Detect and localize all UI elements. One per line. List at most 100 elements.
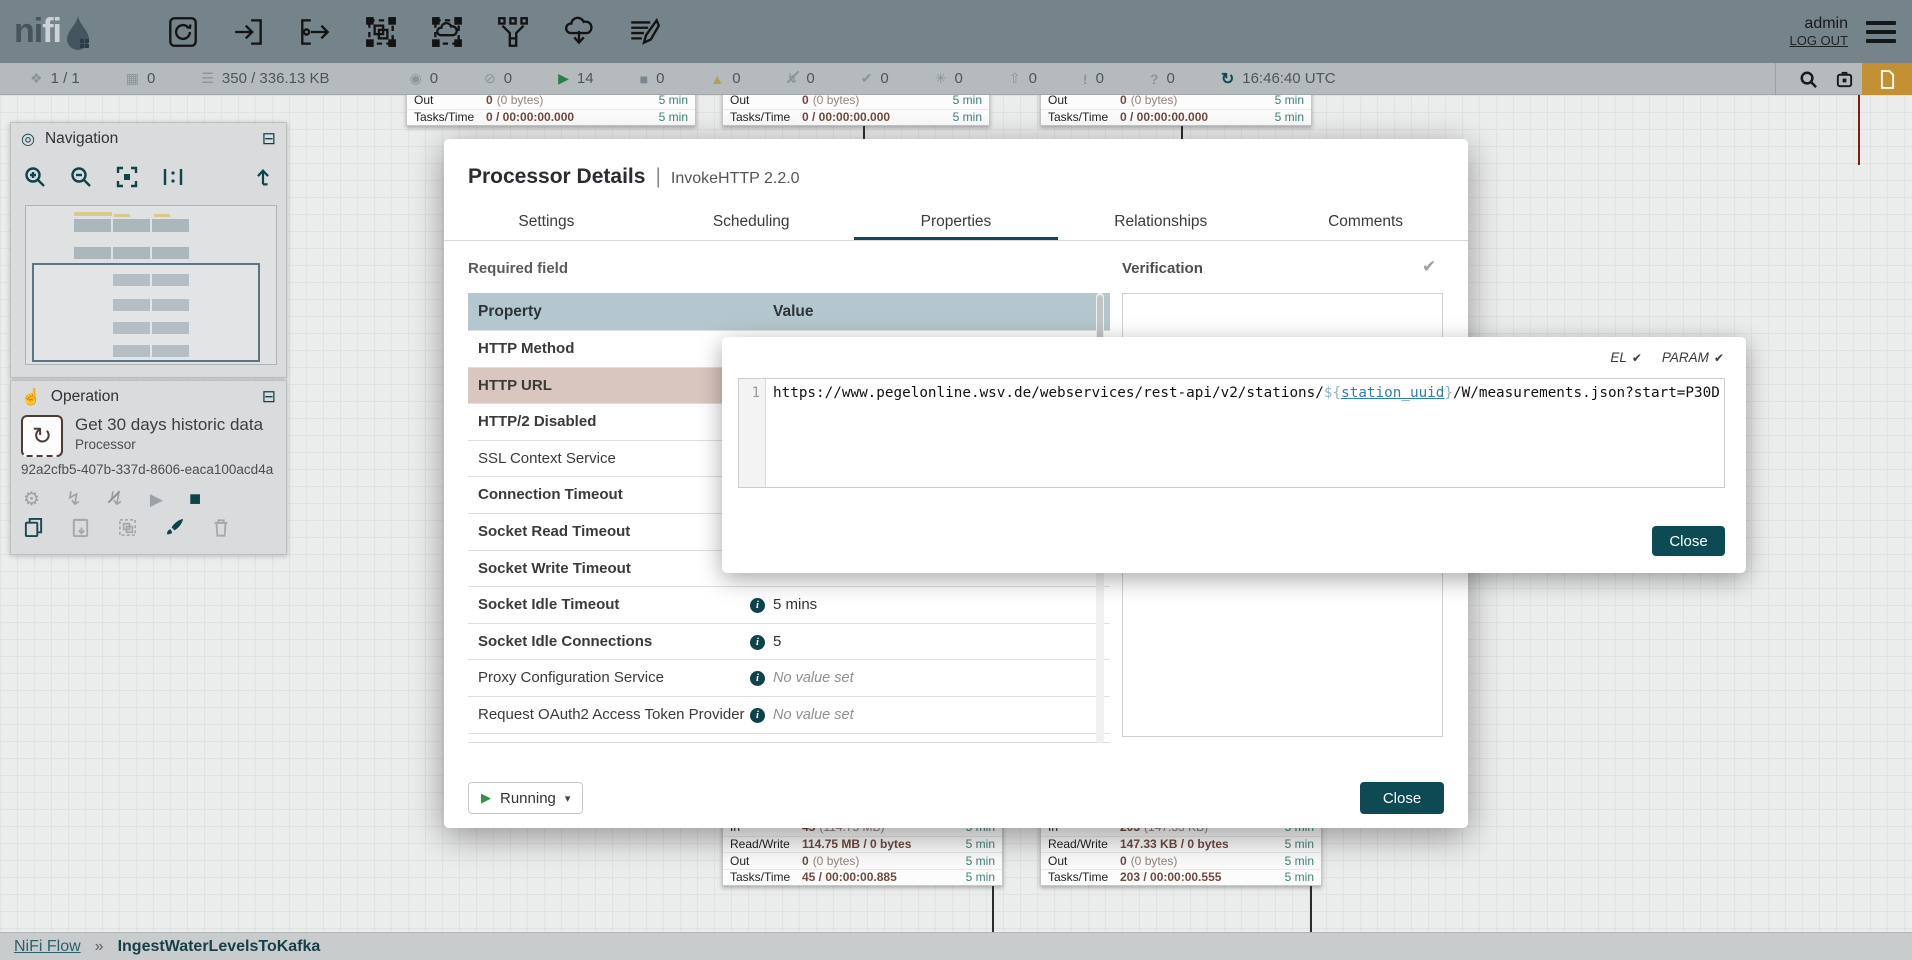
up-to-date-icon: ✔ [861, 70, 873, 87]
stat-row: Tasks/Time45 / 00:00:00.8855 min [723, 869, 1002, 886]
funnel-icon[interactable] [493, 12, 533, 52]
property-row-proxy-configuration[interactable]: Proxy Configuration ServiceiNo value set [468, 659, 1110, 696]
property-row-socket-idle-connections[interactable]: Socket Idle Connectionsi5 [468, 623, 1110, 660]
disabled-status: ↯0 [787, 70, 815, 87]
logout-link[interactable]: LOG OUT [1789, 33, 1848, 48]
stat-row: Tasks/Time0 / 00:00:00.0005 min [723, 109, 989, 126]
disabled-icon: ↯ [787, 70, 799, 87]
processor-type-version: InvokeHTTP 2.2.0 [671, 170, 800, 187]
required-field-label: Required field [468, 260, 568, 277]
sync-failure-status: ?0 [1150, 70, 1175, 87]
tab-relationships[interactable]: Relationships [1058, 205, 1263, 240]
search-button[interactable] [1790, 63, 1826, 95]
disable-icon[interactable]: ↯ [108, 490, 124, 509]
not-transmitting-icon: ⊘ [484, 70, 496, 87]
stop-icon[interactable]: ■ [189, 489, 201, 509]
zoom-out-icon[interactable] [69, 165, 93, 189]
editor-close-button[interactable]: Close [1652, 526, 1725, 556]
template-icon[interactable] [559, 12, 599, 52]
processor-icon[interactable] [163, 12, 203, 52]
breadcrumb-root-link[interactable]: NiFi Flow [14, 938, 81, 956]
global-menu-icon[interactable] [1866, 16, 1896, 48]
zoom-in-icon[interactable] [23, 165, 47, 189]
configure-icon[interactable]: ⚙ [23, 490, 40, 509]
processor-stats[interactable]: Out0(0 bytes)5 min Tasks/Time0 / 00:00:0… [722, 91, 990, 126]
connection-line[interactable] [1310, 886, 1312, 932]
refresh-time: 16:46:40 UTC [1242, 70, 1335, 87]
remote-process-group-icon[interactable] [427, 12, 467, 52]
birdseye-minimap[interactable] [25, 205, 277, 365]
tab-settings[interactable]: Settings [444, 205, 649, 240]
tab-comments[interactable]: Comments [1263, 205, 1468, 240]
info-icon[interactable]: i [750, 708, 765, 723]
enable-icon[interactable]: ↯ [66, 490, 82, 509]
locally-modified-stale-icon: ! [1083, 71, 1088, 87]
verification-label: Verification [1122, 260, 1203, 277]
snippet-palette-icon[interactable] [1826, 63, 1862, 95]
output-port-icon[interactable] [295, 12, 335, 52]
leave-group-icon[interactable] [252, 166, 274, 188]
operation-panel: ☝ Operation ⊟ ↻ Get 30 days historic dat… [10, 380, 287, 555]
not-transmitting-status: ⊘0 [484, 70, 512, 87]
locally-modified-stale-status: !0 [1083, 70, 1104, 87]
navigation-icon: ◎ [21, 129, 35, 149]
collapse-navigation-icon[interactable]: ⊟ [262, 129, 276, 149]
el-parameter-reference: station_uuid [1341, 385, 1444, 401]
start-icon[interactable]: ▶ [150, 491, 163, 508]
property-row-partial[interactable]: iNo value set [468, 733, 1110, 743]
property-row-oauth2-provider[interactable]: Request OAuth2 Access Token ProvideriNo … [468, 696, 1110, 733]
info-icon[interactable]: i [750, 671, 765, 686]
stat-row: Out0(0 bytes)5 min [723, 852, 1002, 869]
bulletin-button[interactable] [1862, 63, 1912, 95]
zoom-fit-icon[interactable] [115, 165, 139, 189]
dialog-close-button[interactable]: Close [1360, 782, 1444, 814]
transmitting-status: ◉0 [409, 70, 438, 87]
processor-stats[interactable]: Out0(0 bytes)5 min Tasks/Time0 / 00:00:0… [406, 91, 696, 126]
el-supported-badge: EL✔ [1610, 350, 1642, 365]
value-code-editor[interactable]: 1 https://www.pegelonline.wsv.de/webserv… [738, 378, 1725, 488]
connection-line[interactable] [1858, 95, 1860, 165]
http-url-value[interactable]: https://www.pegelonline.wsv.de/webservic… [766, 379, 1720, 487]
refresh-icon[interactable]: ↻ [1221, 69, 1234, 89]
title-separator: | [655, 165, 660, 188]
processor-stats[interactable]: In45(114.75 MB)5 min Read/Write114.75 MB… [722, 818, 1003, 886]
zoom-actual-icon[interactable] [161, 165, 185, 189]
stopped-status: ■0 [640, 70, 665, 87]
verification-check-icon[interactable]: ✔ [1422, 257, 1436, 277]
connection-line[interactable] [992, 886, 994, 932]
nifi-logo: nifi [14, 12, 93, 51]
stat-row: Tasks/Time203 / 00:00:00.5555 min [1041, 869, 1321, 886]
breadcrumb-current-group: IngestWaterLevelsToKafka [118, 938, 321, 956]
processor-stats[interactable]: Out0(0 bytes)5 min Tasks/Time0 / 00:00:0… [1040, 91, 1312, 126]
selected-component-type: Processor [75, 437, 263, 452]
info-icon[interactable]: i [750, 598, 765, 613]
paste-icon[interactable] [70, 517, 91, 538]
running-icon: ▶ [558, 70, 569, 87]
navigation-panel: ◎ Navigation ⊟ [10, 122, 287, 378]
minimap-viewport[interactable] [32, 263, 260, 362]
navigation-title: Navigation [45, 130, 118, 148]
stale-status: ⇧0 [1009, 70, 1037, 87]
line-number-gutter: 1 [739, 379, 766, 487]
info-icon[interactable]: i [750, 635, 765, 650]
delete-icon[interactable] [211, 517, 231, 538]
copy-icon[interactable] [23, 517, 44, 538]
el-open-brace: ${ [1324, 385, 1341, 401]
label-icon[interactable] [625, 12, 665, 52]
group-selection-icon[interactable] [117, 517, 138, 538]
app-header: nifi admin [0, 0, 1912, 63]
tab-properties[interactable]: Properties [854, 205, 1059, 240]
processor-stats[interactable]: In203(147.33 KB)5 min Read/Write147.33 K… [1040, 818, 1322, 886]
run-state-button[interactable]: ▶ Running ▾ [468, 782, 583, 814]
status-bar: ❖1 / 1 ▦0 ☰350 / 336.13 KB ◉0 ⊘0 ▶14 ■0 … [0, 63, 1912, 95]
input-port-icon[interactable] [229, 12, 269, 52]
collapse-operation-icon[interactable]: ⊟ [262, 387, 276, 407]
stat-row: Read/Write114.75 MB / 0 bytes5 min [723, 836, 1002, 853]
color-icon[interactable] [164, 517, 185, 538]
selected-component-id: 92a2cfb5-407b-337d-8606-eaca100acd4a [11, 457, 286, 477]
process-group-icon[interactable] [361, 12, 401, 52]
invalid-status: ▲0 [710, 70, 740, 87]
el-close-brace: } [1444, 385, 1453, 401]
tab-scheduling[interactable]: Scheduling [649, 205, 854, 240]
property-row-socket-idle-timeout[interactable]: Socket Idle Timeouti5 mins [468, 586, 1110, 623]
